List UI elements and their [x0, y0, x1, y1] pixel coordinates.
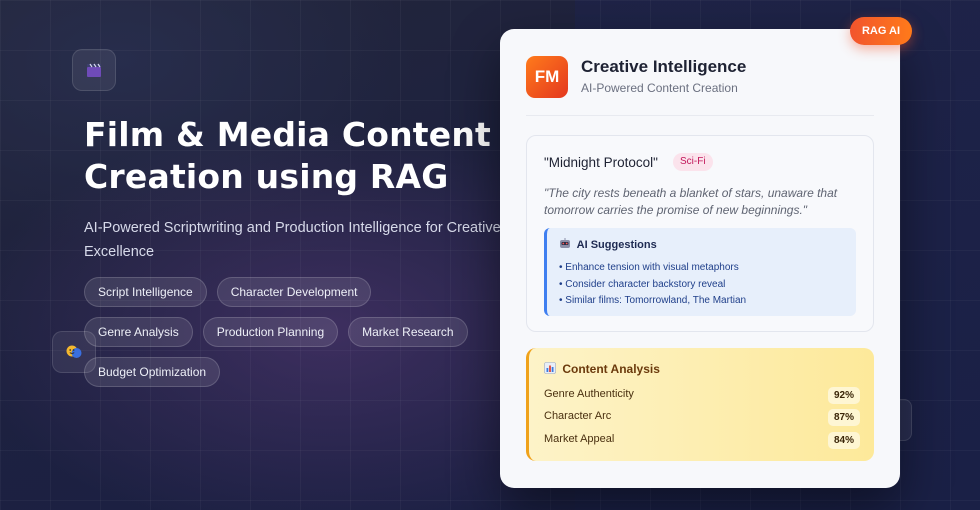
masks-glyph [66, 345, 82, 358]
page-title-line-2: Creation using RAG [84, 157, 449, 196]
metric-label: Market Appeal [544, 433, 615, 445]
app-logo: FM [526, 56, 568, 98]
rag-ai-badge: RAG AI [850, 17, 912, 45]
metric-value: 87% [827, 409, 860, 426]
tag-genre-analysis[interactable]: Genre Analysis [84, 317, 193, 347]
creative-intelligence-card: FM Creative Intelligence AI-Powered Cont… [500, 29, 900, 488]
tag-budget-optimization[interactable]: Budget Optimization [84, 357, 221, 387]
metric-row: Market Appeal 84% [544, 432, 860, 450]
card-header: FM Creative Intelligence AI-Powered Cont… [526, 56, 874, 116]
script-excerpt: "The city rests beneath a blanket of sta… [544, 186, 838, 217]
page-title-line-1: Film & Media Content [84, 115, 492, 154]
suggestion-item: • Similar films: Tomorrowland, The Marti… [559, 295, 747, 306]
content-analysis-panel: Content Analysis Genre Authenticity 92% … [526, 348, 874, 461]
metric-row: Genre Authenticity 92% [544, 387, 860, 405]
tag-row-3: Budget Optimization [84, 357, 484, 387]
card-title: Creative Intelligence [581, 57, 747, 76]
clapperboard-glyph [87, 63, 101, 77]
suggestion-item: • Enhance tension with visual metaphors [559, 262, 739, 273]
page-subtitle: AI-Powered Scriptwriting and Production … [84, 220, 501, 260]
suggestion-list: • Enhance tension with visual metaphors … [559, 260, 746, 310]
script-preview: "Midnight Protocol" Sci-Fi "The city res… [526, 135, 874, 332]
content-analysis-title: Content Analysis [562, 362, 660, 376]
tag-script-intelligence[interactable]: Script Intelligence [84, 277, 207, 307]
bar-chart-icon [544, 362, 556, 374]
page-title: Film & Media Content Creation using RAG [84, 114, 504, 198]
hero-section: Film & Media Content Creation using RAG … [84, 114, 504, 264]
tag-character-development[interactable]: Character Development [216, 277, 372, 307]
ai-suggestions-title: AI Suggestions [576, 239, 657, 251]
clapperboard-icon [72, 49, 116, 91]
metric-row: Character Arc 87% [544, 409, 860, 427]
content-analysis-heading: Content Analysis [544, 362, 660, 376]
metric-value: 84% [827, 432, 860, 449]
card-subtitle: AI-Powered Content Creation [581, 81, 738, 95]
ai-suggestions-panel: AI Suggestions • Enhance tension with vi… [544, 228, 856, 316]
tag-market-research[interactable]: Market Research [348, 317, 468, 347]
suggestion-item: • Consider character backstory reveal [559, 278, 726, 290]
metric-label: Genre Authenticity [544, 388, 634, 400]
tag-row-2: Genre Analysis Production Planning Marke… [84, 317, 484, 347]
feature-tags: Script Intelligence Character Developmen… [84, 277, 484, 397]
tag-row-1: Script Intelligence Character Developmen… [84, 277, 484, 307]
robot-icon [560, 238, 570, 248]
script-title: "Midnight Protocol" [544, 155, 658, 170]
tag-production-planning[interactable]: Production Planning [202, 317, 339, 347]
ai-suggestions-heading: AI Suggestions [559, 238, 657, 251]
metric-label: Character Arc [544, 410, 612, 422]
metric-value: 92% [827, 387, 860, 404]
genre-badge: Sci-Fi [673, 153, 713, 171]
